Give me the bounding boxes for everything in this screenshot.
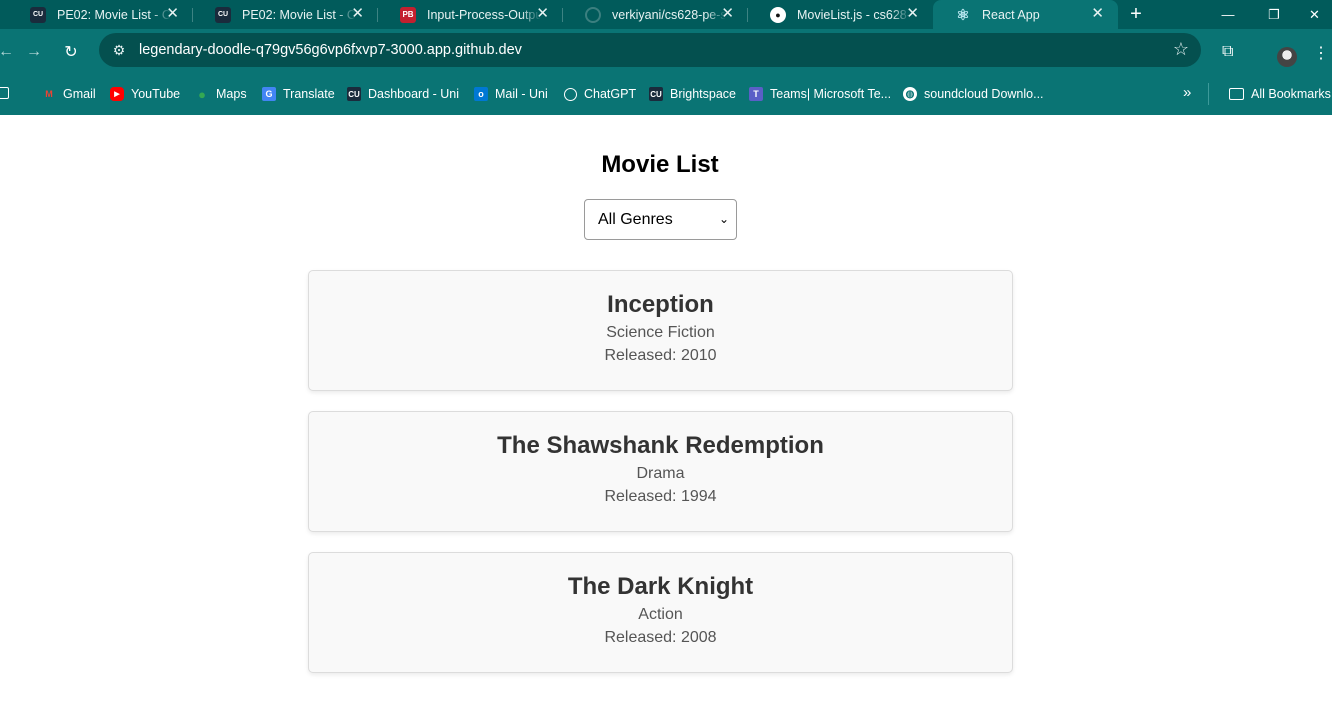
menu-icon[interactable]: ⋮ (1313, 43, 1329, 63)
extensions-icon[interactable]: ⧉ (1222, 43, 1233, 61)
maps-icon: ● (198, 86, 206, 102)
genre-select-value: All Genres (598, 210, 673, 228)
tab-movielist-js[interactable]: ● MovieList.js - cs628-p ✕ (748, 0, 933, 29)
bookmark-translate[interactable]: G Translate (262, 87, 335, 101)
bookmark-label: ChatGPT (584, 87, 637, 101)
tab-title: MovieList.js - cs628-p (797, 7, 911, 22)
bookmark-label: Translate (283, 87, 335, 101)
tab-search-edge[interactable] (0, 0, 8, 29)
cu-icon: CU (30, 6, 46, 23)
bookmark-label: Gmail (63, 87, 96, 101)
minimize-button[interactable]: — (1205, 0, 1251, 29)
tab-title: React App (982, 7, 1040, 22)
bookmark-maps[interactable]: ● Maps (195, 86, 247, 102)
bookmarks-divider (1208, 83, 1209, 105)
close-icon[interactable]: ✕ (1091, 6, 1104, 22)
tab-title: verkiyani/cs628-pe-s (612, 7, 726, 22)
tab-pe02-movie-list-2[interactable]: CU PE02: Movie List - CS ✕ (193, 0, 378, 29)
close-icon[interactable]: ✕ (166, 6, 179, 22)
chevron-down-icon: ⌄ (718, 212, 729, 226)
reload-button[interactable]: ↻ (59, 40, 83, 64)
all-bookmarks-label: All Bookmarks (1251, 87, 1331, 101)
translate-icon: G (262, 87, 276, 101)
new-tab-button[interactable]: + (1118, 0, 1154, 29)
movie-genre: Science Fiction (606, 324, 715, 341)
tab-title: Input-Process-Output (427, 7, 541, 22)
movie-card: The Dark Knight Action Released: 2008 (308, 552, 1013, 673)
all-bookmarks[interactable]: All Bookmarks (1229, 87, 1331, 101)
bookmark-label: YouTube (131, 87, 181, 101)
genre-select[interactable]: All Genres ⌄ (584, 199, 737, 240)
bookmark-dashboard-uni[interactable]: CU Dashboard - Uni (347, 87, 459, 101)
page-title: Movie List (601, 151, 719, 178)
bookmark-chatgpt[interactable]: ChatGPT (564, 87, 636, 101)
bookmark-brightspace[interactable]: CU Brightspace (649, 87, 736, 101)
react-icon: ⚛ (956, 6, 970, 24)
bookmark-label: Brightspace (670, 87, 737, 101)
movie-card: The Shawshank Redemption Drama Released:… (308, 411, 1013, 532)
bookmark-label: Mail - Uni (495, 87, 548, 101)
window-close-button[interactable]: ✕ (1297, 0, 1332, 29)
cu-icon: CU (347, 87, 361, 101)
apps-icon[interactable] (0, 87, 16, 99)
gmail-icon: M (45, 89, 53, 99)
movie-release: Released: 1994 (604, 488, 717, 505)
movie-genre: Action (638, 606, 683, 623)
tab-title: PE02: Movie List - CS (57, 7, 171, 22)
bookmark-soundcloud[interactable]: ◍ soundcloud Downlo... (903, 87, 1044, 101)
site-info-icon[interactable]: ⚙ (105, 42, 133, 59)
globe-icon: ◍ (903, 87, 917, 101)
bookmark-teams[interactable]: T Teams| Microsoft Te... (749, 87, 891, 101)
pb-icon: PB (400, 6, 416, 23)
tab-title: PE02: Movie List - CS (242, 7, 356, 22)
tab-bar: CU PE02: Movie List - CS ✕ CU PE02: Movi… (0, 0, 1332, 29)
more-bookmarks-chevron-icon[interactable]: » (1183, 84, 1191, 101)
movie-card: Inception Science Fiction Released: 2010 (308, 270, 1013, 391)
bookmark-mail-uni[interactable]: o Mail - Uni (474, 87, 548, 101)
address-bar[interactable]: ⚙ legendary-doodle-q79gv56g6vp6fxvp7-300… (99, 33, 1201, 67)
chatgpt-icon (564, 87, 577, 101)
movie-genre: Drama (636, 465, 685, 482)
bookmark-label: Maps (216, 87, 247, 101)
movie-release: Released: 2010 (604, 347, 717, 364)
forward-button[interactable]: → (22, 40, 46, 64)
github-icon: ● (770, 6, 786, 23)
tab-verkiyani-repo[interactable]: verkiyani/cs628-pe-s ✕ (563, 0, 748, 29)
movie-release: Released: 2008 (604, 629, 717, 646)
outlook-icon: o (474, 87, 488, 101)
bookmark-star-icon[interactable]: ☆ (1173, 39, 1189, 60)
close-icon[interactable]: ✕ (906, 6, 919, 22)
page-content: Movie List All Genres ⌄ Inception Scienc… (0, 115, 1332, 709)
movie-title: The Shawshank Redemption (497, 432, 824, 459)
bookmark-youtube[interactable]: ▶ YouTube (110, 87, 180, 101)
movie-title: The Dark Knight (567, 573, 754, 600)
teams-icon: T (749, 87, 763, 101)
movie-title: Inception (607, 291, 714, 318)
bookmark-label: Teams| Microsoft Te... (770, 87, 892, 101)
back-button[interactable]: ← (0, 40, 18, 64)
address-url[interactable]: legendary-doodle-q79gv56g6vp6fxvp7-3000.… (139, 42, 522, 58)
youtube-icon: ▶ (110, 87, 124, 101)
cu-icon: CU (649, 87, 663, 101)
browser-toolbar: ← → ↻ ⚙ legendary-doodle-q79gv56g6vp6fxv… (0, 29, 1332, 75)
bookmark-label: soundcloud Downlo... (924, 87, 1044, 101)
profile-avatar[interactable] (1277, 47, 1297, 67)
tab-pe02-movie-list-1[interactable]: CU PE02: Movie List - CS ✕ (8, 0, 193, 29)
bookmark-label: Dashboard - Uni (368, 87, 460, 101)
close-icon[interactable]: ✕ (351, 6, 364, 22)
cu-icon: CU (215, 6, 231, 23)
bookmark-gmail[interactable]: M Gmail (42, 87, 96, 101)
bookmarks-bar: M Gmail ▶ YouTube ● Maps G Translate CU Dashb… (0, 75, 1332, 115)
folder-icon (1229, 88, 1244, 100)
tab-react-app[interactable]: ⚛ React App ✕ (933, 0, 1118, 29)
close-icon[interactable]: ✕ (721, 6, 734, 22)
loading-icon (585, 6, 601, 23)
tab-input-process-output[interactable]: PB Input-Process-Output ✕ (378, 0, 563, 29)
close-icon[interactable]: ✕ (536, 6, 549, 22)
restore-button[interactable]: ❐ (1251, 0, 1297, 29)
